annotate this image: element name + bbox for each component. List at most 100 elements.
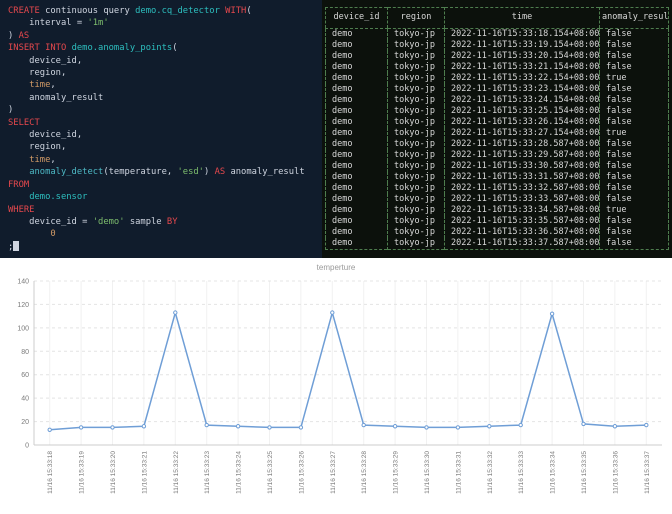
query-result-table: device_id region time anomaly_result demo tok… xyxy=(325,7,669,250)
text-cursor xyxy=(13,240,19,251)
code-token: device_id, xyxy=(8,55,83,66)
code-line: ; xyxy=(8,240,318,254)
code-line: FROM xyxy=(8,179,318,191)
sql-editor-panel[interactable]: CREATE continuous query demo.cq_detector… xyxy=(0,0,322,258)
code-token: region, xyxy=(8,142,67,153)
table-row: demo tokyo-jp 2022-11-16T15:33:20.154+08:0… xyxy=(326,51,669,62)
table-cell: false xyxy=(599,62,669,73)
table-cell: false xyxy=(599,28,669,40)
table-cell: false xyxy=(599,84,669,95)
table-row: demo tokyo-jp 2022-11-16T15:33:35.587+08:0… xyxy=(326,216,669,227)
table-cell: tokyo-jp xyxy=(387,62,445,73)
y-tick-label: 120 xyxy=(17,302,29,309)
table-cell: demo xyxy=(332,205,353,215)
chart-point xyxy=(424,425,429,430)
table-cell: false xyxy=(599,51,669,62)
code-line: device_id, xyxy=(8,129,318,141)
table-cell: 2022-11-16T15:33:24.154+08:00 xyxy=(444,95,600,106)
x-tick-label: 11/16 15:33:35 xyxy=(581,451,588,494)
x-tick-label: 11/16 15:33:34 xyxy=(550,451,557,494)
code-token: WHERE xyxy=(8,204,35,215)
table-cell: true xyxy=(599,128,669,139)
code-token: sample xyxy=(124,216,167,227)
code-line: time, xyxy=(8,154,318,166)
chart-point xyxy=(235,424,241,429)
table-row: demo tokyo-jp 2022-11-16T15:33:33.587+08:0… xyxy=(326,194,669,205)
code-line: 0 xyxy=(8,228,318,240)
chart-point xyxy=(612,424,618,429)
table-row: demo tokyo-jp 2022-11-16T15:33:18.154+08:0… xyxy=(326,28,669,40)
table-cell: false xyxy=(599,161,669,172)
code-line: SELECT xyxy=(8,117,318,129)
table-cell: 2022-11-16T15:33:33.587+08:00 xyxy=(444,194,600,205)
x-tick-label: 11/16 15:33:22 xyxy=(173,451,180,494)
code-token: WITH xyxy=(225,6,247,16)
table-cell: demo xyxy=(332,84,353,94)
code-token: demo.cq_detector xyxy=(135,6,220,16)
code-token: 'demo' xyxy=(92,216,125,227)
code-line: WHERE xyxy=(8,204,318,216)
code-token: ( xyxy=(172,43,178,54)
table-cell: demo xyxy=(332,194,353,204)
chart-line xyxy=(49,309,647,431)
table-cell: false xyxy=(599,194,669,205)
table-cell: false xyxy=(599,172,669,183)
table-row: demo tokyo-jp 2022-11-16T15:33:36.587+08:0… xyxy=(326,227,669,238)
table-header-row: device_id region time anomaly_result xyxy=(325,7,669,29)
table-cell: demo xyxy=(332,40,353,50)
x-tick-label: 11/16 15:33:36 xyxy=(612,451,619,494)
table-cell: tokyo-jp xyxy=(387,128,445,139)
table-cell: demo xyxy=(332,183,353,193)
code-line: ) AS xyxy=(8,30,318,42)
table-cell: 2022-11-16T15:33:20.154+08:00 xyxy=(444,51,600,62)
code-line: demo.sensor xyxy=(8,191,318,203)
column-header-device_id: device_id xyxy=(325,7,388,29)
code-line: anomaly_detect(temperature, 'esd') AS an… xyxy=(8,166,318,178)
code-line: region, xyxy=(8,141,318,153)
code-token: BY xyxy=(166,216,178,227)
table-row: demo tokyo-jp 2022-11-16T15:33:37.587+08:0… xyxy=(326,238,669,250)
table-cell: demo xyxy=(332,161,353,171)
table-cell: demo xyxy=(332,62,353,72)
table-cell: demo xyxy=(332,227,353,237)
code-token: demo.anomaly_points xyxy=(71,43,173,54)
chart-point xyxy=(298,425,304,430)
code-token: , xyxy=(50,154,56,165)
table-cell: 2022-11-16T15:33:30.587+08:00 xyxy=(444,161,600,172)
table-cell: 2022-11-16T15:33:25.154+08:00 xyxy=(444,106,600,117)
code-line: interval = '1m' xyxy=(8,17,318,29)
code-token: region, xyxy=(8,68,67,79)
chart-point xyxy=(267,425,272,430)
x-tick-label: 11/16 15:33:21 xyxy=(141,451,148,494)
code-token: demo.sensor xyxy=(29,192,88,203)
chart-point xyxy=(361,422,366,428)
temperature-line-chart: 0 20 40 60 80 100 120 140 11/16 15:33:18 11/16 15… xyxy=(17,279,662,494)
table-row: demo tokyo-jp 2022-11-16T15:33:25.154+08:0… xyxy=(326,106,669,117)
x-tick-label: 11/16 15:33:28 xyxy=(361,451,368,494)
code-token: device_id = xyxy=(8,216,93,227)
table-cell: tokyo-jp xyxy=(387,84,445,95)
code-line: CREATE continuous query demo.cq_detector… xyxy=(8,5,318,17)
table-row: demo tokyo-jp 2022-11-16T15:33:32.587+08:0… xyxy=(326,183,669,194)
y-tick-label: 0 xyxy=(25,443,29,450)
x-tick-label: 11/16 15:33:37 xyxy=(644,451,651,494)
table-cell: 2022-11-16T15:33:21.154+08:00 xyxy=(444,62,600,73)
table-cell: 2022-11-16T15:33:28.587+08:00 xyxy=(444,139,600,150)
code-token: INSERT INTO xyxy=(8,43,72,54)
table-cell: false xyxy=(599,95,669,106)
code-line: device_id, xyxy=(8,55,318,67)
x-tick-label: 11/16 15:33:26 xyxy=(298,451,305,494)
table-cell: demo xyxy=(332,238,353,248)
table-cell: tokyo-jp xyxy=(387,161,445,172)
table-row: demo tokyo-jp 2022-11-16T15:33:24.154+08:0… xyxy=(326,95,669,106)
chart-point xyxy=(518,422,523,428)
chart-point xyxy=(173,310,178,315)
table-cell: true xyxy=(599,73,669,84)
table-cell: 2022-11-16T15:33:34.587+08:00 xyxy=(444,205,600,216)
x-tick-label: 11/16 15:33:25 xyxy=(267,451,274,494)
chart-point xyxy=(644,422,649,428)
table-cell: false xyxy=(599,216,669,227)
table-cell: tokyo-jp xyxy=(387,227,445,238)
